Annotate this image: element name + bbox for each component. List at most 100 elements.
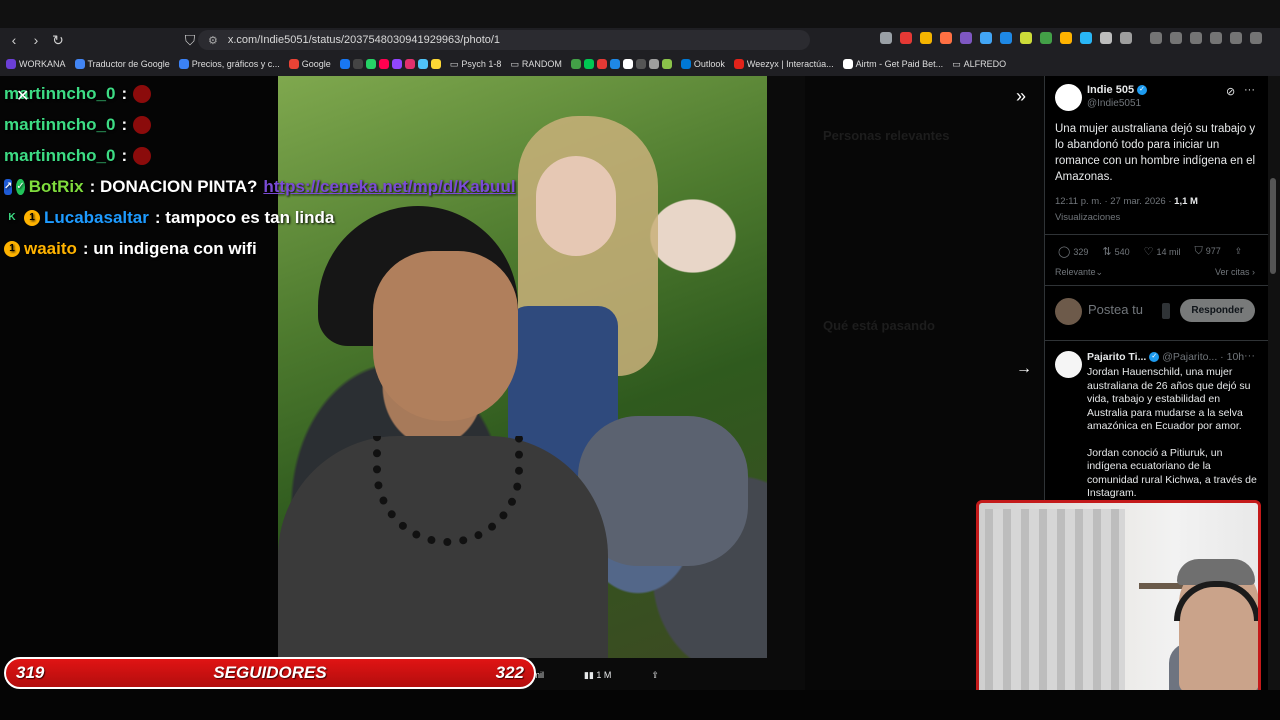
photo-region [536, 156, 616, 256]
twitch-icon[interactable] [391, 59, 402, 69]
sidebar-icon[interactable] [1170, 32, 1182, 44]
bookmark-icons [570, 59, 672, 69]
site-settings-icon[interactable]: ⚙ [208, 34, 218, 47]
bookmark-icon[interactable] [661, 59, 672, 69]
address-bar[interactable]: ⚙ x.com/Indie5051/status/203754803094192… [198, 30, 810, 50]
bookmark-icon[interactable] [570, 59, 581, 69]
forward-icon[interactable]: › [26, 30, 46, 50]
x-icon[interactable] [352, 59, 363, 69]
grok-icon[interactable]: ⊘ [1226, 85, 1235, 98]
extension-icon[interactable] [980, 32, 992, 44]
bookmark-icon[interactable] [596, 59, 607, 69]
bookmark-folder[interactable]: ▭ Psych 1-8 [450, 59, 502, 70]
bookmark-icon[interactable] [648, 59, 659, 69]
bookmark-folder[interactable]: ▭ ALFREDO [952, 59, 1006, 70]
divider [1044, 234, 1268, 235]
media-icon[interactable] [1150, 32, 1162, 44]
extension-icon[interactable] [920, 32, 932, 44]
extension-icon[interactable] [1120, 32, 1132, 44]
bookmark-action[interactable]: ⛉ 977 [1194, 245, 1220, 258]
retweet-action[interactable]: ⇅ 540 [1102, 245, 1129, 258]
back-icon[interactable]: ‹ [4, 30, 24, 50]
chat-message: K 1 Lucabasaltar: tampoco es tan linda [4, 202, 364, 233]
bookmark-icon[interactable]: ⛉ [180, 30, 200, 50]
chat-message: 1 waaito: un indigena con wifi [4, 233, 364, 264]
sub-badge-icon: 1 [24, 209, 40, 226]
bookmark-favicon [733, 59, 744, 69]
bookmark-item[interactable]: Weezyx | Interactúa... [733, 59, 834, 69]
puzzle-icon[interactable] [1100, 32, 1112, 44]
bottom-bar [0, 690, 1280, 720]
stream-chat-overlay: martinncho_0: martinncho_0: martinncho_0… [4, 78, 516, 264]
reply-action[interactable]: ◯ 329 [1058, 245, 1088, 258]
extension-icon[interactable] [1080, 32, 1092, 44]
kick-badge-icon: K [8, 212, 16, 223]
reply-input[interactable]: Postea tu [1088, 302, 1143, 317]
collapse-panel-icon[interactable]: » [1016, 86, 1026, 107]
instagram-icon[interactable] [404, 59, 415, 69]
bookmark-icon[interactable] [609, 59, 620, 69]
tweet-author[interactable]: Indie 505 ✓ [1087, 84, 1148, 96]
view-quotes-link[interactable]: Ver citas › [1215, 267, 1255, 278]
folder-icon: ▭ [952, 58, 961, 69]
menu-icon[interactable] [1250, 32, 1262, 44]
bookmark-icon[interactable] [583, 59, 594, 69]
reply-icon: ◯ [1058, 246, 1071, 258]
share-icon[interactable]: ⇪ [651, 670, 659, 681]
tweet-actions: ◯ 329 ⇅ 540 ♡ 14 mil ⛉ 977 ⇪ [1058, 245, 1242, 258]
bookmark-icon[interactable] [430, 59, 441, 69]
reload-icon[interactable]: ↻ [48, 30, 68, 50]
wallet-icon[interactable] [1190, 32, 1202, 44]
extension-icon[interactable] [1000, 32, 1012, 44]
more-options-icon[interactable]: ··· [1244, 84, 1255, 96]
verified-icon: ✓ [1149, 352, 1160, 363]
next-photo-icon[interactable]: → [1016, 360, 1032, 378]
bookmark-item[interactable]: Airtm - Get Paid Bet... [842, 59, 943, 69]
views-label: Visualizaciones [1055, 212, 1121, 223]
bookmark-icon[interactable] [417, 59, 428, 69]
extension-icon[interactable] [1020, 32, 1032, 44]
author-avatar[interactable] [1055, 84, 1082, 111]
tab-strip [0, 0, 1280, 28]
verified-badge-icon: ✓ [16, 178, 25, 195]
vpn-icon[interactable] [1230, 32, 1242, 44]
bookmark-item[interactable]: WORKANA [6, 59, 66, 69]
facebook-icon[interactable] [339, 59, 350, 69]
bookmark-icon[interactable] [622, 59, 633, 69]
scrollbar[interactable] [1268, 76, 1280, 690]
photo-views[interactable]: ▮▮ 1 M [584, 670, 611, 681]
extension-icon[interactable] [940, 32, 952, 44]
youtube-icon[interactable] [378, 59, 389, 69]
emote-icon [133, 84, 152, 103]
reply-button[interactable]: Responder [1180, 299, 1255, 322]
scrollbar-thumb[interactable] [1270, 178, 1276, 274]
bookmark-item[interactable]: Outlook [680, 59, 725, 69]
chat-link[interactable]: https://ceneka.net/mp/d/Kabuul [263, 177, 515, 197]
extension-icon[interactable] [1040, 32, 1052, 44]
reply-header[interactable]: Pajarito Ti... ✓ @Pajarito... · 10h [1087, 351, 1244, 363]
bookmark-folder[interactable]: ▭ RANDOM [510, 59, 562, 70]
more-options-icon[interactable]: ··· [1244, 350, 1255, 362]
emoji-icon[interactable] [1162, 303, 1170, 319]
bookmark-item[interactable]: Traductor de Google [74, 59, 170, 69]
heart-icon: ♡ [1143, 246, 1154, 258]
bookmark-item[interactable]: Google [288, 59, 331, 69]
extension-icon[interactable] [880, 32, 892, 44]
whatsapp-icon[interactable] [365, 59, 376, 69]
folder-icon: ▭ [510, 58, 519, 69]
like-action[interactable]: ♡ 14 mil [1144, 245, 1181, 258]
bookmark-icon[interactable] [635, 59, 646, 69]
extension-icon[interactable] [960, 32, 972, 44]
extension-icon[interactable] [900, 32, 912, 44]
close-icon[interactable]: ✕ [16, 86, 29, 106]
tweet-handle[interactable]: @Indie5051 [1087, 98, 1141, 109]
bookmark-item[interactable]: Precios, gráficos y c... [178, 59, 280, 69]
sort-dropdown[interactable]: Relevante⌄ [1055, 267, 1103, 278]
reply-author-avatar[interactable] [1055, 351, 1082, 378]
share-icon[interactable]: ⇪ [1235, 246, 1243, 257]
extension-icon[interactable] [1060, 32, 1072, 44]
bot-badge-icon: ↗ [4, 178, 13, 195]
chat-message: martinncho_0: [4, 109, 364, 140]
webcam-overlay [976, 500, 1261, 696]
leo-icon[interactable] [1210, 32, 1222, 44]
